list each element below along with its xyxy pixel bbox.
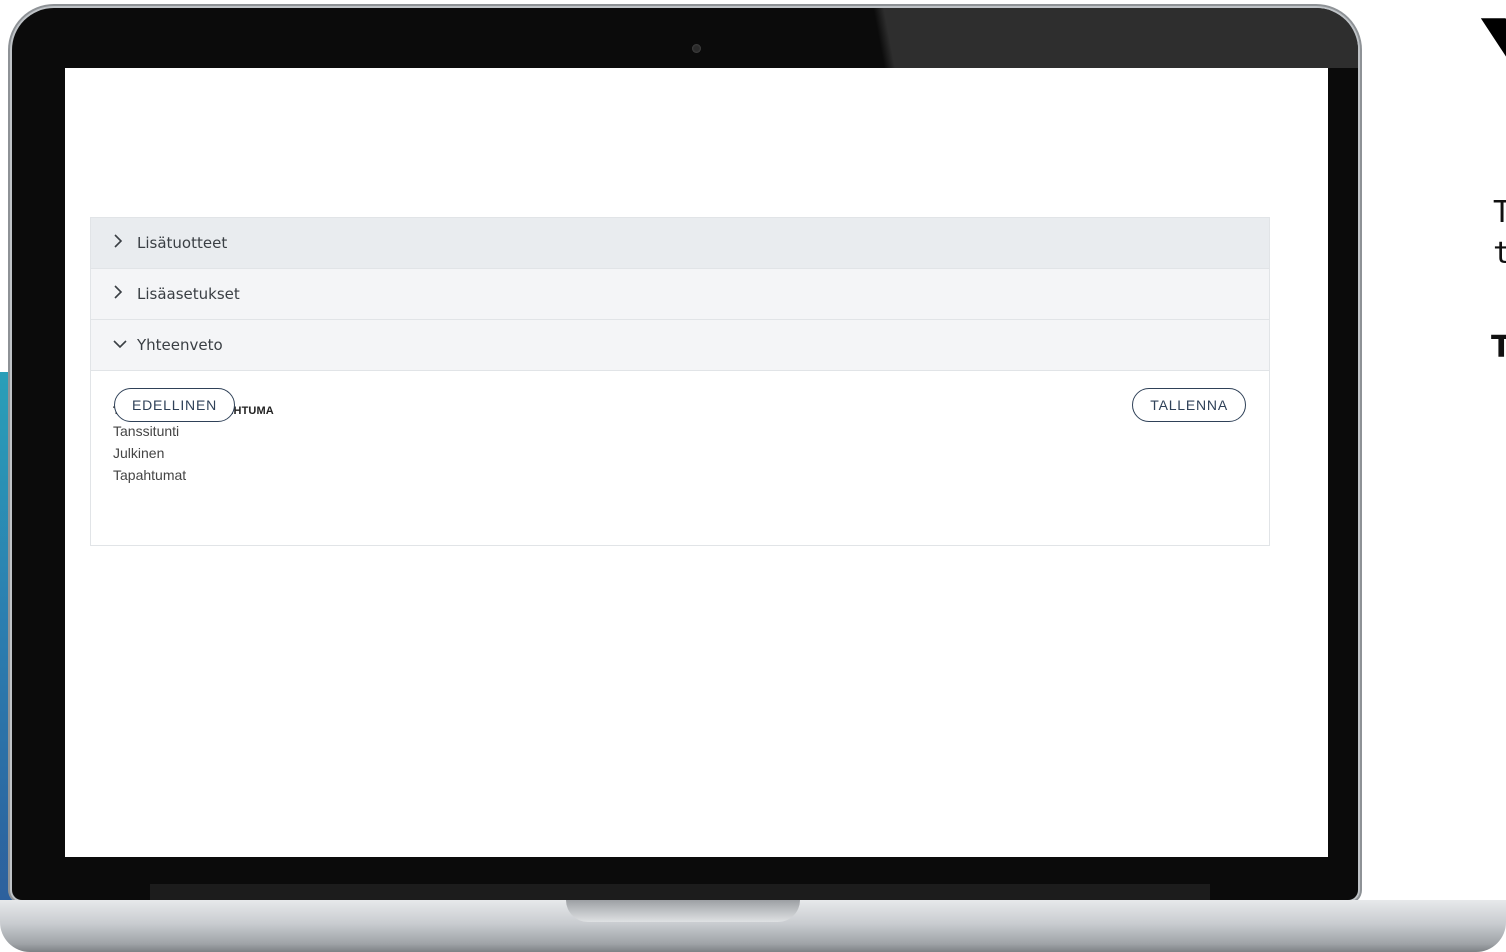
summary-title: TALLENNA UUSI TAPAHTUMA — [113, 405, 274, 417]
camera-icon — [692, 44, 701, 53]
chevron-right-icon — [113, 285, 127, 303]
summary-event-name: Tanssitunti — [113, 423, 180, 439]
laptop-screen: Lisätuotteet Lisäasetukset Yhteenveto TA… — [65, 68, 1328, 857]
previous-button[interactable]: EDELLINEN — [114, 388, 236, 422]
accordion-header-label: Lisätuotteet — [137, 234, 228, 252]
accordion-header-label: Lisäasetukset — [137, 285, 240, 303]
summary-category: Tapahtumat — [113, 467, 187, 483]
summary-visibility: Julkinen — [113, 445, 165, 461]
laptop-bezel: Lisätuotteet Lisäasetukset Yhteenveto TA… — [12, 8, 1358, 900]
right-edge-text-1: T — [1493, 195, 1506, 230]
accordion-header-lisatuotteet[interactable]: Lisätuotteet — [91, 218, 1269, 269]
right-edge-text-2: t — [1493, 236, 1506, 271]
summary-panel: TALLENNA UUSI TAPAHTUMA Tanssitunti Julk… — [91, 371, 1269, 545]
accordion: Lisätuotteet Lisäasetukset Yhteenveto TA… — [90, 217, 1270, 546]
laptop-notch — [566, 900, 800, 922]
accordion-header-lisaasetukset[interactable]: Lisäasetukset — [91, 269, 1269, 320]
laptop-hinge — [150, 884, 1210, 900]
chevron-down-icon — [113, 337, 127, 353]
save-button[interactable]: TALLENNA — [1132, 388, 1246, 422]
chevron-right-icon — [113, 234, 127, 252]
right-edge-text-3: T — [1491, 330, 1506, 365]
right-edge-heading: Y — [1482, 6, 1506, 126]
accordion-header-yhteenveto[interactable]: Yhteenveto — [91, 320, 1269, 371]
bezel-gloss — [852, 8, 1358, 68]
accordion-header-label: Yhteenveto — [137, 336, 223, 354]
